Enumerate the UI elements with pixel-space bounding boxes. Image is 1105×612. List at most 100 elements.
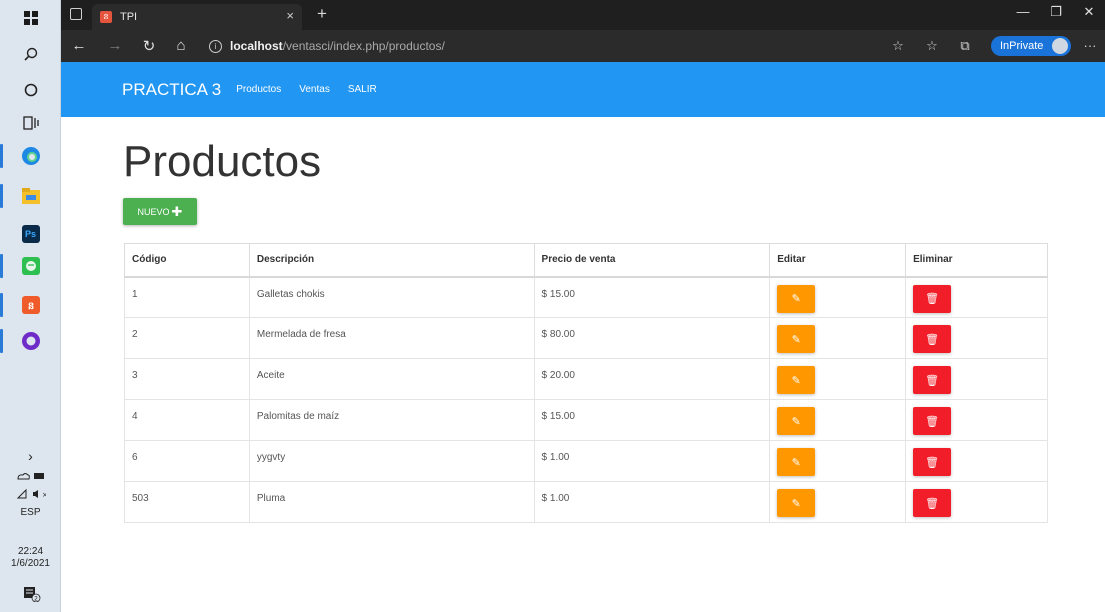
edit-button[interactable]: ✎ bbox=[777, 489, 816, 517]
clock-date[interactable]: 1/6/2021 bbox=[0, 558, 61, 570]
trash-icon: 🗑 bbox=[925, 293, 940, 305]
refresh-icon[interactable]: ↻ bbox=[139, 37, 159, 55]
table-header-row: Código Descripción Precio de venta Edita… bbox=[124, 243, 1048, 278]
browser-title-bar: ន TPI × + — ❐ ✕ bbox=[61, 0, 1105, 30]
edit-icon: ✎ bbox=[791, 293, 801, 305]
forward-icon[interactable]: → bbox=[105, 37, 125, 54]
nav-link-ventas[interactable]: Ventas bbox=[299, 84, 330, 95]
trash-icon: 🗑 bbox=[925, 456, 940, 469]
show-hidden-icons-chevron-icon[interactable]: › bbox=[0, 449, 61, 463]
onedrive-battery-icons[interactable] bbox=[0, 471, 61, 485]
cell-eliminar: 🗑 bbox=[905, 399, 1048, 441]
edge-taskbar-icon[interactable] bbox=[0, 138, 61, 174]
cell-editar: ✎ bbox=[769, 399, 907, 441]
cell-eliminar: 🗑 bbox=[905, 276, 1048, 318]
edit-icon: ✎ bbox=[791, 333, 801, 346]
cell-codigo: 2 bbox=[124, 317, 250, 359]
trash-icon: 🗑 bbox=[925, 374, 940, 387]
nav-link-productos[interactable]: Productos bbox=[236, 84, 281, 95]
cell-eliminar: 🗑 bbox=[905, 440, 1048, 482]
delete-button[interactable]: 🗑 bbox=[913, 448, 952, 476]
language-indicator[interactable]: ESP bbox=[0, 507, 61, 519]
address-bar[interactable]: i localhost /ventasci/index.php/producto… bbox=[209, 35, 893, 57]
restore-icon[interactable]: ❐ bbox=[1043, 4, 1069, 20]
url-host: localhost bbox=[230, 39, 283, 53]
photoshop-icon[interactable]: Ps bbox=[0, 216, 61, 252]
trash-icon: 🗑 bbox=[925, 415, 940, 428]
favorites-list-icon[interactable]: ☆ bbox=[923, 38, 941, 54]
inprivate-badge[interactable]: InPrivate bbox=[991, 36, 1071, 56]
tab-title: TPI bbox=[120, 11, 138, 23]
edit-icon: ✎ bbox=[791, 374, 801, 387]
close-window-icon[interactable]: ✕ bbox=[1076, 4, 1102, 20]
cell-codigo: 6 bbox=[124, 440, 250, 482]
search-icon[interactable] bbox=[0, 36, 61, 72]
windows-start-icon[interactable] bbox=[0, 0, 61, 36]
new-button-label: NUEVO bbox=[137, 206, 170, 217]
xampp-icon[interactable]: ន bbox=[0, 287, 61, 323]
trash-icon: 🗑 bbox=[925, 333, 940, 346]
spotify-icon[interactable] bbox=[0, 248, 61, 284]
delete-button[interactable]: 🗑 bbox=[913, 489, 952, 517]
edit-button[interactable]: ✎ bbox=[777, 325, 816, 353]
table-row: 6 yygvty $ 1.00 ✎ 🗑 bbox=[124, 440, 1048, 482]
cell-editar: ✎ bbox=[769, 276, 907, 318]
wifi-volume-icons[interactable]: × bbox=[0, 488, 61, 504]
cell-codigo: 3 bbox=[124, 358, 250, 400]
plus-icon: ✚ bbox=[171, 203, 183, 219]
profile-avatar bbox=[1052, 38, 1068, 54]
delete-button[interactable]: 🗑 bbox=[913, 284, 952, 313]
edit-button[interactable]: ✎ bbox=[777, 366, 816, 394]
new-tab-icon[interactable]: + bbox=[317, 4, 327, 24]
cell-descripcion: yygvty bbox=[248, 440, 535, 482]
active-indicator bbox=[0, 184, 3, 208]
cell-precio: $ 20.00 bbox=[533, 358, 771, 400]
browser-tab[interactable]: ន TPI × bbox=[92, 4, 302, 30]
new-product-button[interactable]: NUEVO ✚ bbox=[123, 198, 197, 225]
back-icon[interactable]: ← bbox=[69, 37, 89, 54]
cell-descripcion: Pluma bbox=[248, 481, 535, 523]
home-icon[interactable]: ⌂ bbox=[171, 37, 191, 54]
file-explorer-icon[interactable] bbox=[0, 178, 61, 214]
edit-button[interactable]: ✎ bbox=[777, 284, 816, 313]
minimize-icon[interactable]: — bbox=[1010, 4, 1036, 19]
github-icon[interactable] bbox=[0, 323, 61, 359]
more-options-icon[interactable]: ··· bbox=[1081, 38, 1099, 53]
page-title: Productos bbox=[123, 137, 322, 186]
cell-precio: $ 15.00 bbox=[533, 399, 771, 441]
header-descripcion: Descripción bbox=[248, 243, 535, 278]
cell-eliminar: 🗑 bbox=[905, 317, 1048, 359]
trash-icon: 🗑 bbox=[925, 497, 940, 510]
tab-actions-icon[interactable] bbox=[70, 8, 82, 20]
tab-close-icon[interactable]: × bbox=[286, 8, 294, 23]
clock-time[interactable]: 22:24 bbox=[0, 546, 61, 558]
navbar-brand[interactable]: PRACTICA 3 bbox=[122, 80, 221, 100]
task-view-icon[interactable] bbox=[0, 105, 61, 141]
cell-precio: $ 15.00 bbox=[533, 276, 771, 318]
cell-codigo: 503 bbox=[124, 481, 250, 523]
favorite-star-icon[interactable]: ☆ bbox=[889, 38, 907, 54]
cell-eliminar: 🗑 bbox=[905, 481, 1048, 523]
svg-text:×: × bbox=[42, 491, 46, 499]
notification-center-icon[interactable]: 2 bbox=[0, 586, 61, 606]
cell-codigo: 4 bbox=[124, 399, 250, 441]
delete-button[interactable]: 🗑 bbox=[913, 366, 952, 394]
cell-descripcion: Galletas chokis bbox=[248, 276, 535, 318]
edit-button[interactable]: ✎ bbox=[777, 448, 816, 476]
delete-button[interactable]: 🗑 bbox=[913, 325, 952, 353]
cortana-icon[interactable] bbox=[0, 72, 61, 108]
url-path: /ventasci/index.php/productos/ bbox=[282, 39, 445, 53]
edit-icon: ✎ bbox=[791, 497, 801, 510]
cell-editar: ✎ bbox=[769, 440, 907, 482]
header-eliminar: Eliminar bbox=[905, 243, 1048, 278]
delete-button[interactable]: 🗑 bbox=[913, 407, 952, 435]
windows-taskbar: Ps ន › × ESP 22:24 1/6/2021 2 bbox=[0, 0, 61, 612]
collections-icon[interactable]: ⧉ bbox=[956, 38, 974, 54]
site-info-icon[interactable]: i bbox=[209, 39, 222, 53]
edit-button[interactable]: ✎ bbox=[777, 407, 816, 435]
edit-icon: ✎ bbox=[791, 415, 801, 428]
nav-link-salir[interactable]: SALIR bbox=[348, 84, 377, 95]
table-row: 2 Mermelada de fresa $ 80.00 ✎ 🗑 bbox=[124, 317, 1048, 359]
cell-descripcion: Aceite bbox=[248, 358, 535, 400]
app-navbar: PRACTICA 3 Productos Ventas SALIR bbox=[61, 62, 1105, 117]
